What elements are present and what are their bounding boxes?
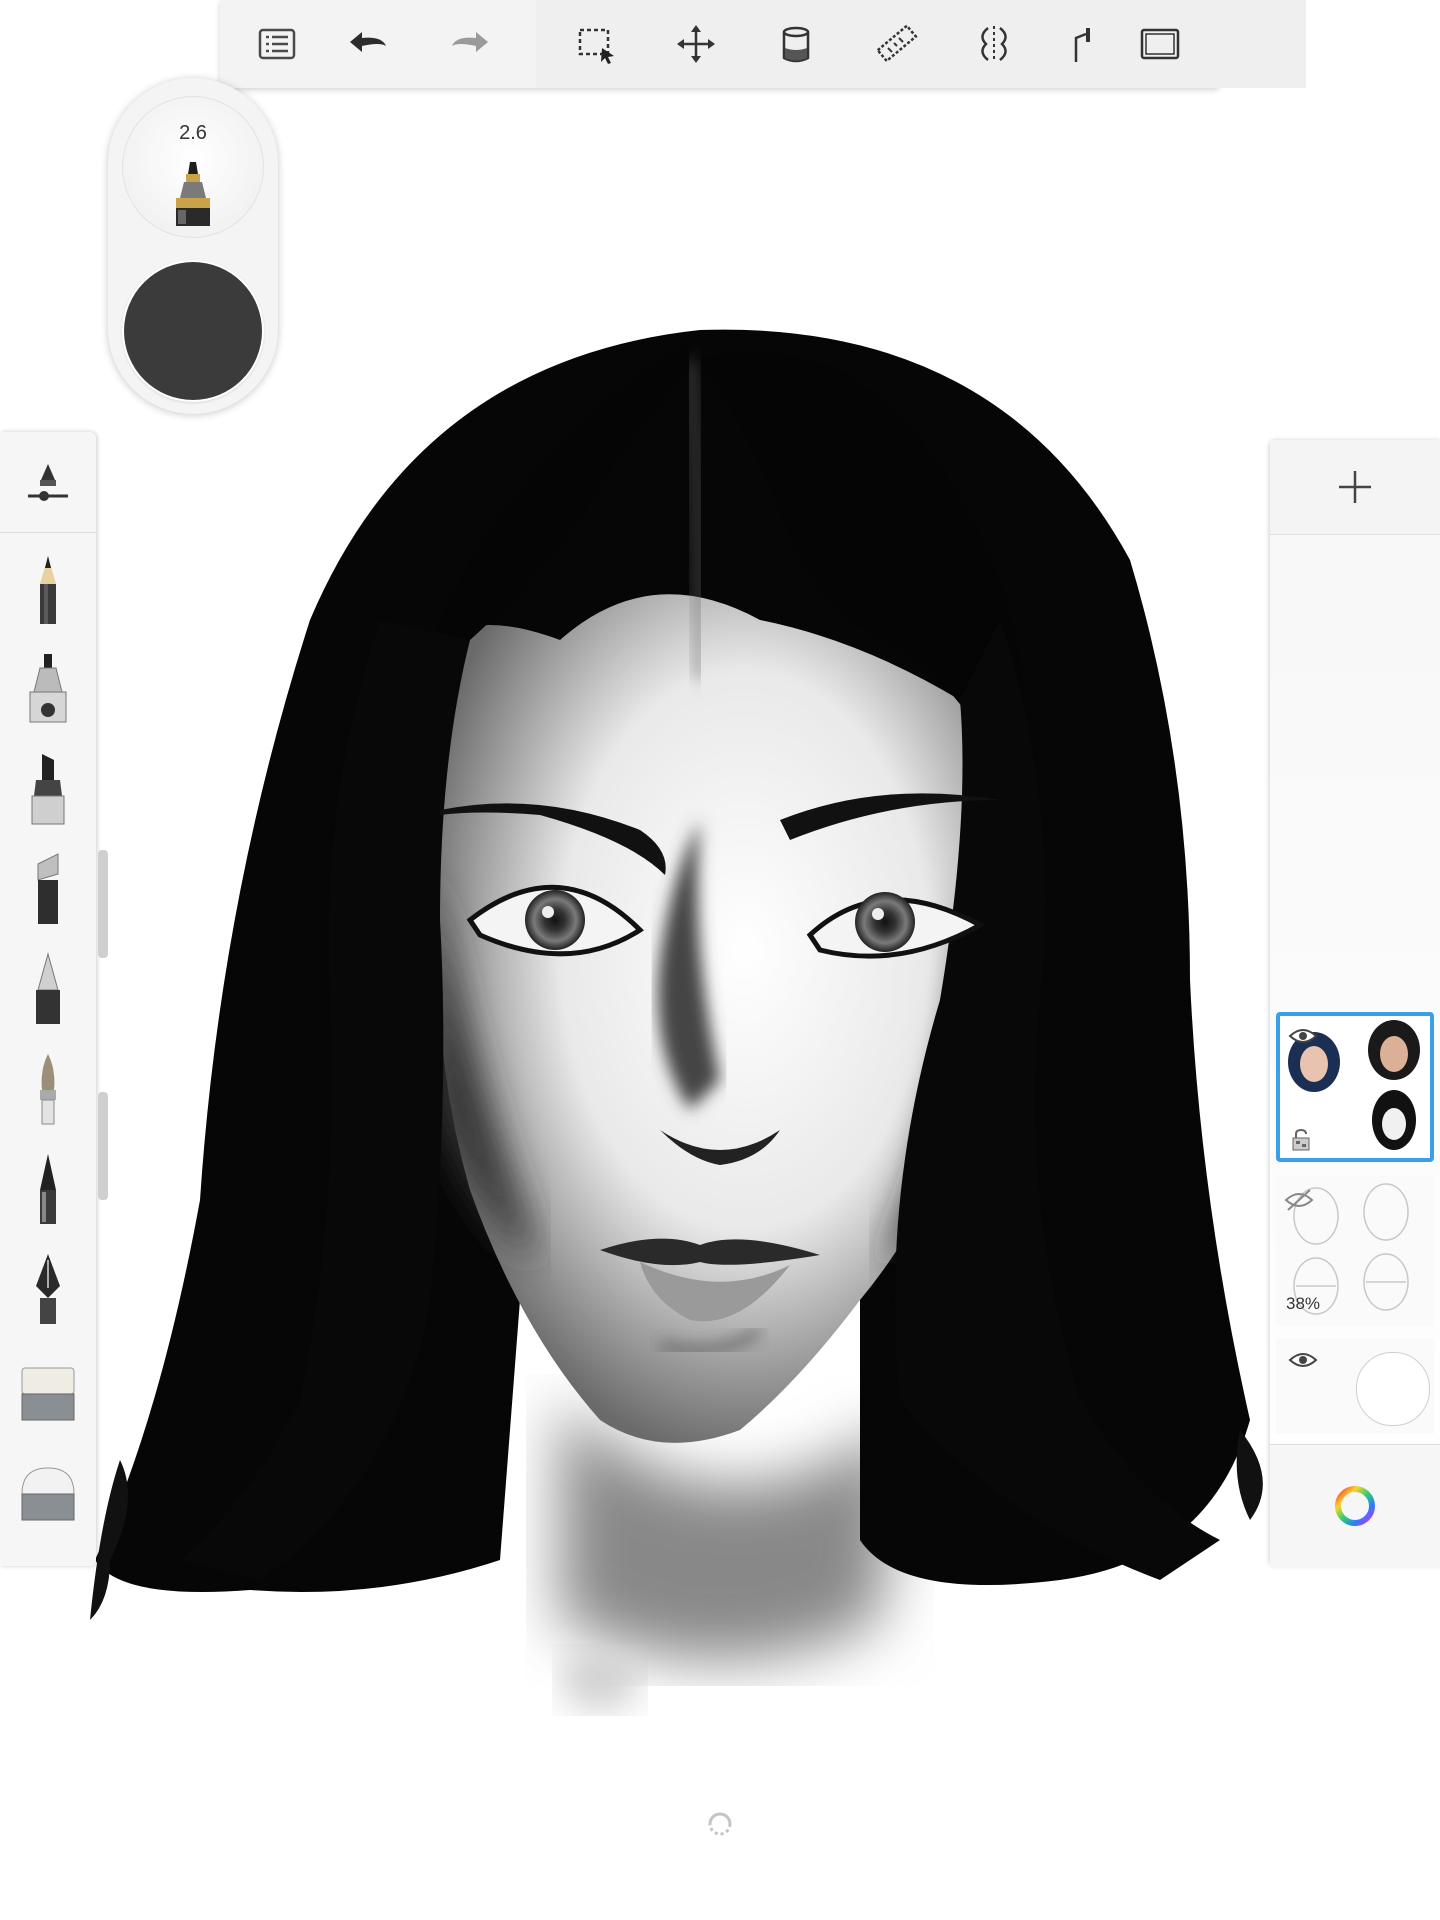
- selection-icon: [578, 28, 614, 64]
- layer-opacity-label: 38%: [1286, 1294, 1321, 1313]
- symmetry-tool-button[interactable]: [964, 14, 1024, 74]
- brush-paintbrush[interactable]: [18, 1050, 78, 1130]
- fine-pen-icon: [40, 1154, 56, 1224]
- brush-fountain-pen[interactable]: [18, 1250, 78, 1330]
- redo-button[interactable]: [440, 14, 500, 74]
- brush-soft-eraser[interactable]: [18, 1350, 78, 1430]
- brush-palette: [0, 432, 108, 1566]
- top-toolbar: [220, 0, 1306, 88]
- marker-icon: [31, 754, 65, 825]
- redo-icon: [452, 32, 488, 52]
- fullscreen-button[interactable]: [1130, 14, 1190, 74]
- chisel-marker-icon: [37, 853, 59, 924]
- hard-eraser-icon: [21, 1467, 75, 1521]
- color-editor-button[interactable]: [1270, 1444, 1440, 1567]
- brush-airbrush[interactable]: [18, 650, 78, 730]
- add-layer-button[interactable]: [1270, 440, 1440, 535]
- brush-fine-pen[interactable]: [18, 1150, 78, 1230]
- layer-color[interactable]: [1276, 1012, 1434, 1162]
- ruler-icon: [875, 24, 918, 63]
- layer-hidden-icon[interactable]: [1284, 1188, 1314, 1212]
- color-wheel-icon: [1335, 1486, 1375, 1526]
- list-icon: [258, 28, 296, 60]
- brush-properties-button[interactable]: [0, 432, 96, 533]
- pencil-icon: [40, 556, 56, 624]
- palette-drag-handle[interactable]: [98, 850, 108, 958]
- layer-visibility-icon[interactable]: [1288, 1350, 1318, 1370]
- layer-background[interactable]: [1276, 1338, 1434, 1434]
- portrait-illustration: [90, 329, 1263, 1710]
- background-color-swatch[interactable]: [1356, 1352, 1430, 1426]
- symmetry-icon: [981, 26, 1007, 62]
- transform-tool-button[interactable]: [666, 14, 726, 74]
- layer-sketch[interactable]: 38%: [1276, 1176, 1434, 1326]
- perspective-tool-button[interactable]: [1056, 14, 1116, 74]
- fill-tool-button[interactable]: [766, 14, 826, 74]
- brush-ballpoint[interactable]: [18, 950, 78, 1030]
- plus-icon: [1339, 471, 1371, 503]
- brush-marker[interactable]: [18, 750, 78, 830]
- brush-chisel-marker[interactable]: [18, 850, 78, 930]
- current-brush-icon: [176, 162, 210, 226]
- paint-brush-icon: [40, 1054, 56, 1125]
- brush-properties-icon: [28, 464, 68, 501]
- layer-visibility-icon[interactable]: [1288, 1026, 1318, 1046]
- ballpoint-pen-icon: [36, 952, 60, 1024]
- brush-puck[interactable]: 2.6: [108, 78, 278, 414]
- selection-tool-button[interactable]: [566, 14, 626, 74]
- undo-icon: [350, 32, 386, 52]
- layer-editor-button[interactable]: [247, 14, 307, 74]
- sync-icon: [708, 1812, 732, 1836]
- palette-drag-handle[interactable]: [98, 1092, 108, 1200]
- layer-lock-icon[interactable]: [1290, 1128, 1312, 1152]
- brush-size-control[interactable]: 2.6: [122, 96, 264, 238]
- ruler-tool-button[interactable]: [866, 14, 926, 74]
- current-color-swatch[interactable]: [124, 262, 262, 400]
- soft-eraser-icon: [21, 1367, 75, 1421]
- fountain-pen-icon: [36, 1254, 60, 1324]
- undo-button[interactable]: [338, 14, 398, 74]
- brush-pencil[interactable]: [18, 550, 78, 630]
- move-icon: [677, 25, 715, 63]
- layer-panel: 38%: [1270, 440, 1440, 1567]
- brush-hard-eraser[interactable]: [18, 1450, 78, 1530]
- brush-size-value: 2.6: [179, 122, 207, 144]
- fullscreen-icon: [1140, 28, 1180, 60]
- paint-bucket-icon: [782, 26, 810, 63]
- airbrush-icon: [29, 654, 67, 723]
- perspective-icon: [1074, 28, 1090, 62]
